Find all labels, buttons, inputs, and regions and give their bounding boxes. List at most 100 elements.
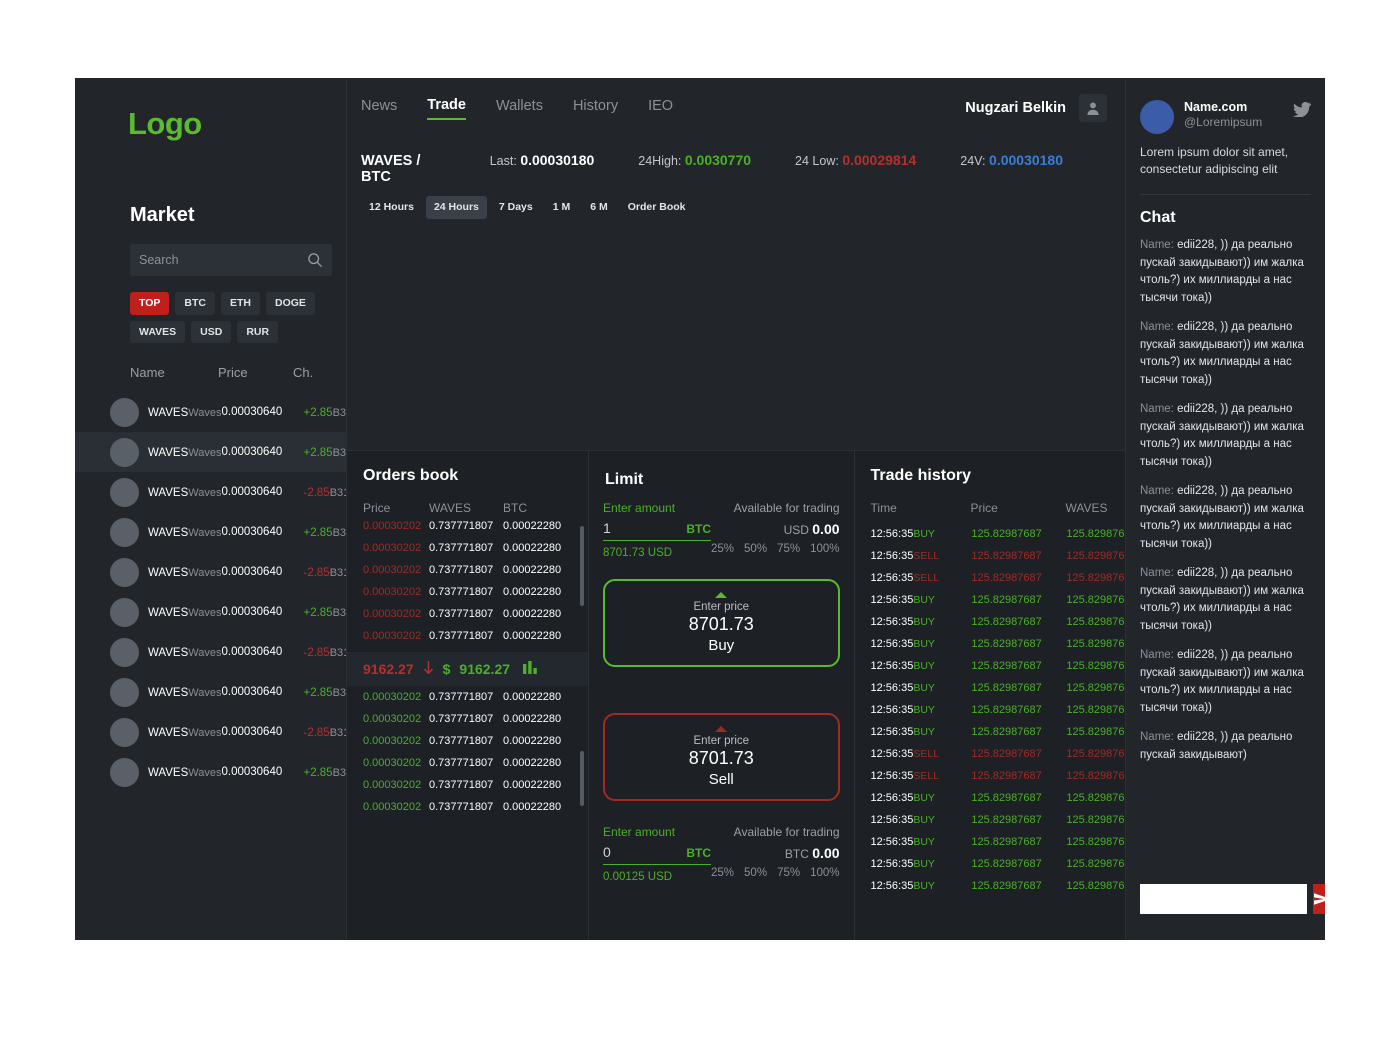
sell-button[interactable]: Enter price 8701.73 Sell bbox=[603, 713, 840, 801]
orders-book-title: Orders book bbox=[363, 467, 459, 484]
ob-amount: 0.737771807 bbox=[429, 779, 494, 791]
high-label: 24High: bbox=[638, 154, 682, 168]
trade-price: 125.82987687 bbox=[971, 814, 1042, 826]
market-row[interactable]: WAVESWaves0.00030640 -2.85B31.45 bbox=[75, 552, 346, 592]
buy-button[interactable]: Enter price 8701.73 Buy bbox=[603, 579, 840, 667]
orders-book-row[interactable]: 0.00030202 0.737771807 0.00022280 bbox=[347, 537, 588, 559]
market-price: 0.00030640 bbox=[221, 726, 283, 738]
market-row[interactable]: WAVESWaves0.00030640 -2.85B31.45 bbox=[75, 632, 346, 672]
percent-75[interactable]: 75% bbox=[777, 543, 800, 555]
range-tab-order-book[interactable]: Order Book bbox=[620, 196, 694, 219]
trade-price: 125.82987687 bbox=[971, 528, 1042, 540]
range-tab-6-m[interactable]: 6 M bbox=[582, 196, 616, 219]
twitter-bird-icon[interactable] bbox=[1293, 100, 1311, 122]
market-row[interactable]: WAVESWaves0.00030640 +2.85B31.45 bbox=[75, 592, 346, 632]
market-chip-waves[interactable]: WAVES bbox=[130, 320, 186, 343]
market-row[interactable]: WAVESWaves0.00030640 +2.85B31.45 bbox=[75, 512, 346, 552]
twitter-post-body: Lorem ipsum dolor sit amet, consectetur … bbox=[1140, 134, 1311, 195]
market-chip-usd[interactable]: USD bbox=[191, 320, 232, 343]
percent-75[interactable]: 75% bbox=[777, 867, 800, 879]
market-change-pct: +2.85 bbox=[303, 607, 333, 619]
user-avatar-icon[interactable] bbox=[1079, 94, 1107, 122]
orders-book-row[interactable]: 0.00030202 0.737771807 0.00022280 bbox=[347, 515, 588, 537]
market-row[interactable]: WAVESWaves0.00030640 -2.85B31.45 bbox=[75, 472, 346, 512]
coin-icon bbox=[110, 757, 139, 787]
orders-book-row[interactable]: 0.00030202 0.737771807 0.00022280 bbox=[347, 686, 588, 708]
chat-author: Name: bbox=[1140, 239, 1174, 251]
trade-side: BUY bbox=[913, 814, 935, 826]
nav-item-trade[interactable]: Trade bbox=[427, 97, 466, 120]
last-label: Last: bbox=[489, 154, 517, 168]
market-row[interactable]: WAVESWaves0.00030640 +2.85B31.45 bbox=[75, 432, 346, 472]
ob-total: 0.00022280 bbox=[503, 779, 562, 791]
percent-100[interactable]: 100% bbox=[810, 543, 839, 555]
market-volume: B31.45 bbox=[332, 407, 346, 419]
bar-chart-icon[interactable] bbox=[523, 661, 538, 677]
orders-book-row[interactable]: 0.00030202 0.737771807 0.00022280 bbox=[347, 708, 588, 730]
sell-amount-input[interactable]: 0 BTC bbox=[603, 839, 711, 865]
price-chart-area[interactable] bbox=[347, 219, 1125, 451]
chat-messages[interactable]: Name: edii228, )) да реально пускай заки… bbox=[1140, 227, 1311, 940]
search-input[interactable] bbox=[139, 253, 307, 267]
percent-25[interactable]: 25% bbox=[711, 867, 734, 879]
orders-book-row[interactable]: 0.00030202 0.737771807 0.00022280 bbox=[347, 796, 588, 818]
orders-book-row[interactable]: 0.00030202 0.737771807 0.00022280 bbox=[347, 730, 588, 752]
send-icon[interactable] bbox=[1313, 884, 1325, 914]
range-tab-24-hours[interactable]: 24 Hours bbox=[425, 196, 487, 219]
market-change: +2.85B31.45 bbox=[303, 403, 346, 421]
market-change-pct: -2.85 bbox=[303, 567, 330, 579]
percent-100[interactable]: 100% bbox=[810, 867, 839, 879]
market-chip-eth[interactable]: ETH bbox=[221, 292, 260, 315]
range-tab-1-m[interactable]: 1 M bbox=[545, 196, 579, 219]
market-price: 0.00030640 bbox=[221, 646, 283, 658]
buy-amount-input[interactable]: 1 BTC bbox=[603, 515, 711, 541]
market-row-name: WAVESWaves bbox=[148, 603, 221, 621]
orders-book-row[interactable]: 0.00030202 0.737771807 0.00022280 bbox=[347, 625, 588, 647]
ob-col-amount: WAVES bbox=[429, 501, 472, 515]
high-price: 24High: 0.0030770 bbox=[638, 152, 751, 168]
trade-price: 125.82987687 bbox=[971, 836, 1042, 848]
orders-book-row[interactable]: 0.00030202 0.737771807 0.00022280 bbox=[347, 752, 588, 774]
orders-book-row[interactable]: 0.00030202 0.737771807 0.00022280 bbox=[347, 559, 588, 581]
market-row[interactable]: WAVESWaves0.00030640 +2.85B31.45 bbox=[75, 752, 346, 792]
ob-amount: 0.737771807 bbox=[429, 801, 494, 813]
orders-book-row[interactable]: 0.00030202 0.737771807 0.00022280 bbox=[347, 774, 588, 796]
market-change-pct: +2.85 bbox=[303, 527, 333, 539]
market-row[interactable]: WAVESWaves0.00030640 -2.85B31.45 bbox=[75, 712, 346, 752]
chat-author: Name: bbox=[1140, 321, 1174, 333]
market-chip-top[interactable]: TOP bbox=[130, 292, 170, 315]
market-price: 0.00030640 bbox=[221, 766, 283, 778]
market-change: -2.85B31.45 bbox=[303, 563, 346, 581]
market-change-pct: +2.85 bbox=[303, 407, 333, 419]
nav-item-wallets[interactable]: Wallets bbox=[496, 98, 543, 119]
nav-item-news[interactable]: News bbox=[361, 98, 397, 119]
market-change: +2.85B31.45 bbox=[303, 603, 346, 621]
twitter-handle: @Loremipsum bbox=[1184, 115, 1263, 129]
chart-range-tabs: 12 Hours 24 Hours 7 Days 1 M6 M Order Book bbox=[347, 185, 1125, 219]
ob-amount: 0.737771807 bbox=[429, 713, 494, 725]
chat-input[interactable] bbox=[1140, 884, 1307, 914]
nav-item-history[interactable]: History bbox=[573, 98, 618, 119]
logo[interactable]: Logo bbox=[128, 106, 346, 142]
market-chip-doge[interactable]: DOGE bbox=[266, 292, 315, 315]
orders-book-row[interactable]: 0.00030202 0.737771807 0.00022280 bbox=[347, 581, 588, 603]
market-row[interactable]: WAVESWaves0.00030640 +2.85B31.45 bbox=[75, 672, 346, 712]
market-chip-rur[interactable]: RUR bbox=[237, 320, 279, 343]
volume-label: 24V: bbox=[960, 154, 986, 168]
market-chip-btc[interactable]: BTC bbox=[175, 292, 215, 315]
market-row-name: WAVESWaves bbox=[148, 643, 221, 661]
percent-25[interactable]: 25% bbox=[711, 543, 734, 555]
percent-50[interactable]: 50% bbox=[744, 867, 767, 879]
trade-time: 12:56:35 bbox=[870, 814, 914, 826]
market-search[interactable] bbox=[130, 244, 332, 276]
market-row[interactable]: WAVESWaves0.00030640 +2.85B31.45 bbox=[75, 392, 346, 432]
trade-history-row: 12:56:35 BUY 125.82987687 125.82987687 bbox=[855, 633, 1153, 655]
range-tab-12-hours[interactable]: 12 Hours bbox=[361, 196, 422, 219]
range-tab-7-days[interactable]: 7 Days bbox=[491, 196, 541, 219]
orders-book-row[interactable]: 0.00030202 0.737771807 0.00022280 bbox=[347, 603, 588, 625]
market-volume: B31.45 bbox=[332, 687, 346, 699]
orders-book-scrollbar-top[interactable] bbox=[580, 526, 584, 606]
percent-50[interactable]: 50% bbox=[744, 543, 767, 555]
orders-book-scrollbar-bottom[interactable] bbox=[580, 751, 584, 806]
nav-item-ieo[interactable]: IEO bbox=[648, 98, 673, 119]
